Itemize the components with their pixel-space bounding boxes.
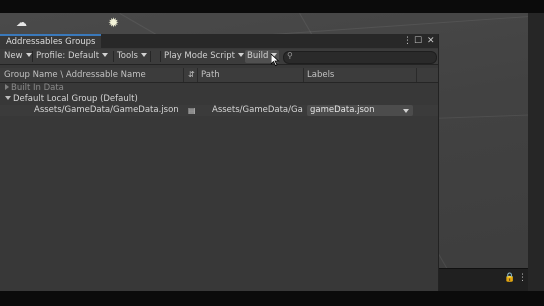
expand-arrow-icon[interactable] xyxy=(5,84,9,90)
table-header: Group Name \ Addressable Name ⇵ Path Lab… xyxy=(0,68,438,83)
chevron-down-icon xyxy=(237,53,244,57)
tools-dropdown[interactable]: Tools xyxy=(115,50,149,63)
column-divider[interactable] xyxy=(197,68,198,82)
play-mode-script-dropdown[interactable]: Play Mode Script xyxy=(162,50,246,63)
tab-addressables-groups[interactable]: Addressables Groups xyxy=(0,34,102,48)
group-name: Built In Data xyxy=(11,83,64,93)
scene-right-strip xyxy=(528,13,544,291)
chevron-down-icon xyxy=(102,53,109,57)
chevron-down-icon xyxy=(25,53,32,57)
column-divider[interactable] xyxy=(303,68,304,82)
column-group-name[interactable]: Group Name \ Addressable Name xyxy=(4,68,146,82)
toolbar-divider xyxy=(150,51,151,62)
bottom-bar xyxy=(0,291,544,306)
group-row-default-local[interactable]: Default Local Group (Default) xyxy=(0,94,438,105)
window-menu-icon[interactable]: ⋮ xyxy=(403,34,412,48)
lock-icon[interactable]: 🔒 xyxy=(504,273,515,283)
new-label: New xyxy=(4,51,23,61)
column-divider[interactable] xyxy=(183,68,184,82)
entry-row-gamedata[interactable]: Assets/GameData/GameData.json ▤ Assets/G… xyxy=(0,105,438,116)
profile-label: Profile: Default xyxy=(36,51,100,61)
build-label: Build xyxy=(247,51,269,61)
menu-dots-icon[interactable]: ⋮ xyxy=(518,273,527,283)
column-labels[interactable]: Labels xyxy=(307,68,334,82)
chevron-down-icon xyxy=(140,53,147,57)
toolbar-divider xyxy=(32,51,33,62)
close-icon[interactable]: ✕ xyxy=(427,34,435,48)
chevron-down-icon xyxy=(403,109,409,113)
asset-type-column-icon[interactable]: ⇵ xyxy=(188,68,195,82)
maximize-icon[interactable]: ☐ xyxy=(414,34,422,48)
addressables-groups-window: Addressables Groups ⋮ ☐ ✕ New Profile: D… xyxy=(0,34,439,291)
profile-dropdown[interactable]: Profile: Default xyxy=(34,50,110,63)
search-field[interactable]: ⚲ xyxy=(283,51,437,64)
labels-dropdown[interactable]: gameData.json xyxy=(307,105,413,116)
entry-path: Assets/GameData/Gan xyxy=(212,105,303,115)
toolbar-divider xyxy=(113,51,114,62)
mouse-cursor-icon xyxy=(271,54,280,66)
new-dropdown[interactable]: New xyxy=(2,50,34,63)
scene-bottom-panel: 🔒 ⋮ xyxy=(438,268,528,292)
window-tab-bar: Addressables Groups ⋮ ☐ ✕ xyxy=(0,34,438,48)
label-value: gameData.json xyxy=(310,105,375,115)
collapse-arrow-icon[interactable] xyxy=(5,96,11,100)
entry-address: Assets/GameData/GameData.json xyxy=(34,105,179,115)
toolbar-divider xyxy=(160,51,161,62)
tools-label: Tools xyxy=(117,51,138,61)
text-asset-icon: ▤ xyxy=(188,106,196,115)
cloud-icon: ☁ xyxy=(16,16,27,29)
play-mode-label: Play Mode Script xyxy=(164,51,235,61)
sun-icon: ✹ xyxy=(108,16,119,31)
toolbar: New Profile: Default Tools Play Mode Scr… xyxy=(0,49,438,65)
column-divider[interactable] xyxy=(416,68,417,82)
group-row-built-in-data[interactable]: Built In Data xyxy=(0,83,438,94)
group-name: Default Local Group (Default) xyxy=(13,94,138,104)
search-icon: ⚲ xyxy=(287,51,293,60)
column-path[interactable]: Path xyxy=(201,68,220,82)
